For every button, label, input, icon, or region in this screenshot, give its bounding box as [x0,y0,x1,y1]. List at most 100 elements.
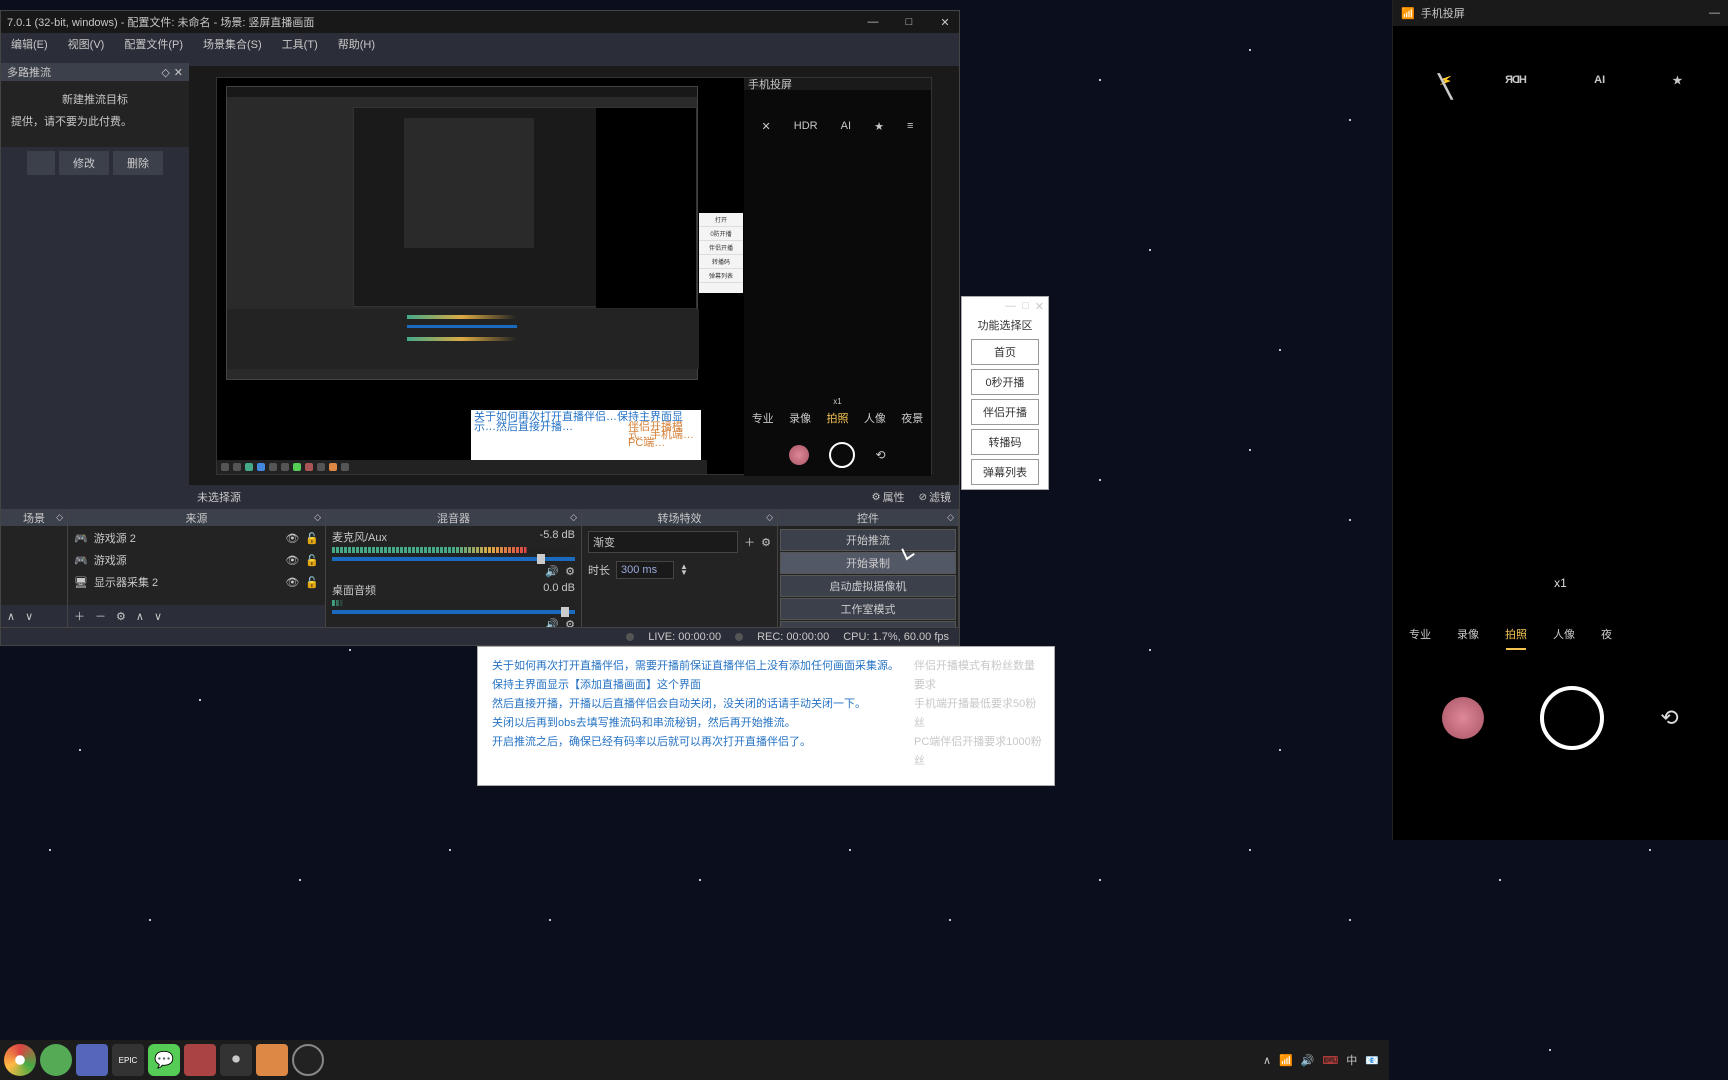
obs-icon[interactable] [292,1044,324,1076]
lock-icon[interactable]: 🔓 [305,554,319,567]
scenes-list[interactable] [1,527,67,605]
source-down-button[interactable]: ∨ [154,610,162,623]
gear-icon[interactable]: ⚙ [565,565,575,578]
multipush-blank-button[interactable] [27,151,55,175]
gallery-thumb[interactable] [1442,697,1484,739]
obs-preview[interactable]: 打开0防开播伴侣开播转播码弹幕列表 关于如何再次打开直播伴侣…保持主界面显示…然… [189,66,959,486]
trans-add-button[interactable]: ＋ [744,534,755,550]
dock-menu-icon[interactable]: ◇ [314,512,321,523]
scenes-up-button[interactable]: ∧ [7,610,15,623]
source-props-button[interactable]: ⚙ [116,610,126,623]
gear-icon[interactable]: ⚙ [565,618,575,627]
menu-help[interactable]: 帮助(H) [332,34,381,54]
menu-view[interactable]: 视图(V) [62,34,111,54]
add-source-button[interactable]: ＋ [74,608,85,624]
app-icon[interactable] [184,1044,216,1076]
function-panel[interactable]: — □ ✕ 功能选择区 首页 0秒开播 伴侣开播 转播码 弹幕列表 [961,296,1049,490]
sources-list[interactable]: 🎮游戏源 2👁🔓 🎮游戏源👁🔓 🖥显示器采集 2👁🔓 [68,527,325,605]
source-row[interactable]: 🖥显示器采集 2👁🔓 [68,571,325,593]
multipush-edit-button[interactable]: 修改 [59,151,109,175]
menu-profile[interactable]: 配置文件(P) [118,34,189,54]
spinner-icon[interactable]: ▲▼ [680,564,688,576]
multipush-note: 提供，请不要为此付费。 [7,111,183,131]
scenes-down-button[interactable]: ∨ [25,610,33,623]
app-icon[interactable] [40,1044,72,1076]
visibility-icon[interactable]: 👁 [285,532,299,545]
star-icon[interactable]: ★ [1672,74,1682,87]
app-icon[interactable] [76,1044,108,1076]
tray-volume-icon[interactable]: 🔊 [1301,1054,1315,1067]
visibility-icon[interactable]: 👁 [285,576,299,589]
close-button[interactable]: ✕ [937,16,953,29]
dock-menu-icon[interactable]: ◇ [766,512,773,523]
start-stream-button[interactable]: 开始推流 [780,529,956,551]
properties-button[interactable]: ⚙属性 [872,489,905,505]
lock-icon[interactable]: 🔓 [305,532,319,545]
tray-expand-icon[interactable]: ∧ [1263,1054,1271,1067]
tray-notif-icon[interactable]: 📧 [1365,1054,1379,1067]
shutter-button[interactable] [1540,686,1604,750]
lock-icon[interactable]: 🔓 [305,576,319,589]
duration-input[interactable]: 300 ms [616,561,674,579]
minimize-button[interactable]: — [865,16,881,29]
filters-button[interactable]: ⊘滤镜 [919,489,951,505]
func-relay-button[interactable]: 转播码 [971,429,1039,455]
dock-menu-icon[interactable]: ◇ [570,512,577,523]
dock-menu-icon[interactable]: ◇ [56,512,63,523]
virtual-cam-button[interactable]: 启动虚拟摄像机 [780,575,956,597]
start-record-button[interactable]: 开始录制 [780,552,956,574]
epic-icon[interactable]: EPIC [112,1044,144,1076]
tray-ime-icon[interactable]: ⌨ [1322,1054,1338,1067]
remove-source-button[interactable]: － [95,608,106,624]
dock-popout-icon[interactable]: ◇ [161,66,169,79]
func-home-button[interactable]: 首页 [971,339,1039,365]
volume-slider[interactable] [332,610,575,614]
system-tray[interactable]: ∧ 📶 🔊 ⌨ 中 📧 [1263,1052,1385,1068]
windows-taskbar[interactable]: EPIC 💬 ⏺ ∧ 📶 🔊 ⌨ 中 📧 [0,1040,1389,1080]
speaker-icon[interactable]: 🔊 [545,565,559,578]
func-danmu-button[interactable]: 弹幕列表 [971,459,1039,485]
mode-video[interactable]: 录像 [1457,626,1479,650]
tray-network-icon[interactable]: 📶 [1279,1054,1293,1067]
phone-titlebar[interactable]: 📶 手机投屏 — [1393,0,1728,26]
dock-menu-icon[interactable]: ◇ [947,512,954,523]
source-row[interactable]: 🎮游戏源👁🔓 [68,549,325,571]
obs-titlebar[interactable]: 7.0.1 (32-bit, windows) - 配置文件: 未命名 - 场景… [1,11,959,33]
wechat-icon[interactable]: 💬 [148,1044,180,1076]
tray-lang-icon[interactable]: 中 [1346,1052,1357,1068]
source-row[interactable]: 🎮游戏源 2👁🔓 [68,527,325,549]
chrome-icon[interactable] [4,1044,36,1076]
multipush-target[interactable]: 新建推流目标 [7,87,183,111]
multipush-delete-button[interactable]: 删除 [113,151,163,175]
studio-mode-button[interactable]: 工作室模式 [780,598,956,620]
volume-slider[interactable] [332,557,575,561]
mode-portrait[interactable]: 人像 [1553,626,1575,650]
multipush-header[interactable]: 多路推流 ◇✕ [1,63,189,81]
minimize-button[interactable]: — [1709,7,1720,19]
menu-scenecoll[interactable]: 场景集合(S) [197,34,268,54]
camera-modes[interactable]: 专业 录像 拍照 人像 夜 [1393,626,1728,650]
speaker-icon[interactable]: 🔊 [545,618,559,627]
ai-icon[interactable]: AI [1594,74,1605,87]
trans-settings-button[interactable]: ⚙ [761,536,771,549]
zoom-indicator[interactable]: x1 [1393,576,1728,590]
visibility-icon[interactable]: 👁 [285,554,299,567]
dock-close-icon[interactable]: ✕ [174,66,183,79]
close-button[interactable]: ✕ [1035,300,1044,313]
mode-pro[interactable]: 专业 [1409,626,1431,650]
func-partner-button[interactable]: 伴侣开播 [971,399,1039,425]
maximize-button[interactable]: □ [1022,300,1029,312]
app-icon[interactable] [256,1044,288,1076]
app-icon[interactable]: ⏺ [220,1044,252,1076]
flip-camera-icon[interactable]: ⟲ [1660,705,1678,731]
source-up-button[interactable]: ∧ [136,610,144,623]
minimize-button[interactable]: — [1005,300,1016,312]
func-0start-button[interactable]: 0秒开播 [971,369,1039,395]
mode-photo[interactable]: 拍照 [1505,626,1527,650]
mode-night[interactable]: 夜 [1601,626,1612,650]
menu-edit[interactable]: 编辑(E) [5,34,54,54]
transition-select[interactable]: 渐变 [588,531,738,553]
hdr-icon[interactable]: HDR [1506,74,1527,87]
menu-tools[interactable]: 工具(T) [276,34,324,54]
maximize-button[interactable]: □ [901,16,917,29]
